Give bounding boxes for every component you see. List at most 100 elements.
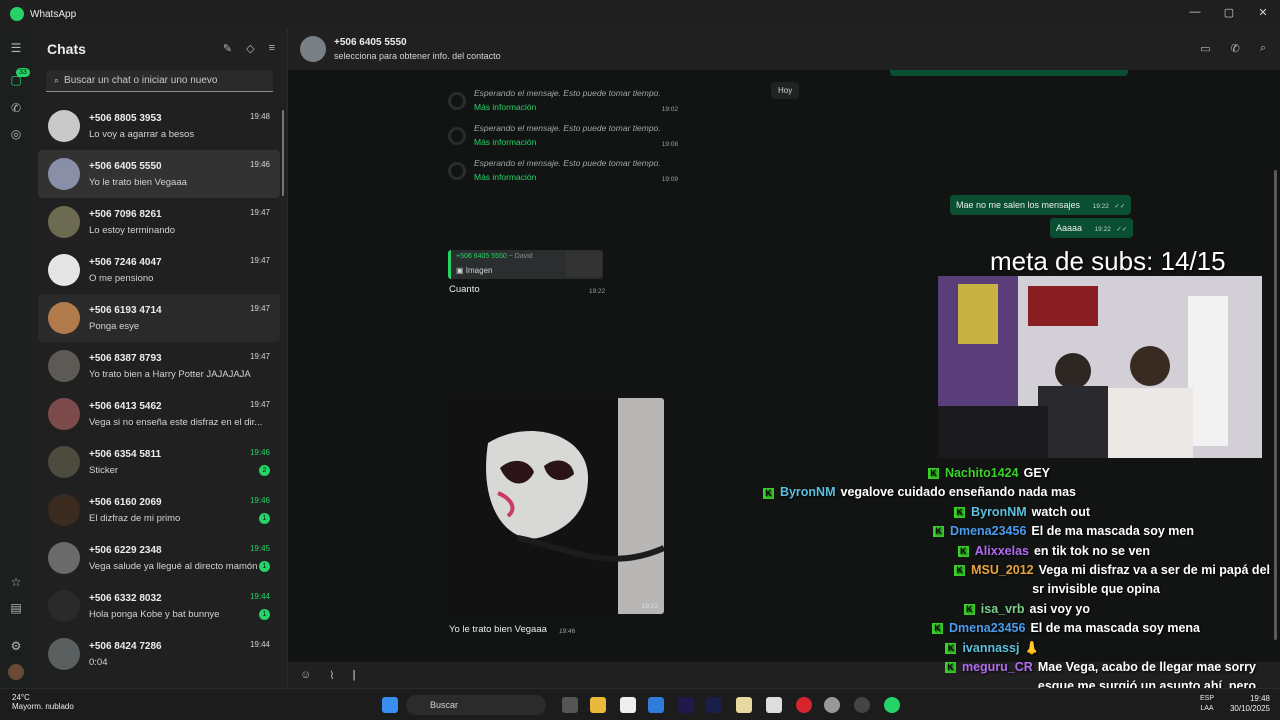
app-icon[interactable] [854,697,870,713]
chat-list-item[interactable]: +506 6354 5811 Sticker 19:46 2 [38,438,280,486]
chat-time: 19:47 [249,400,270,409]
subs-goal: meta de subs: 14/15 [990,246,1226,276]
messages-scrollbar[interactable] [1274,170,1277,640]
chat-name: +506 6405 5550 [89,160,162,172]
notion2-icon[interactable] [766,697,782,713]
kick-badge-icon: K [963,604,975,615]
task-view-icon[interactable] [562,697,578,713]
filter-icon[interactable]: ≡ [269,42,275,55]
whatsapp-taskbar-icon[interactable] [884,697,900,713]
chat-list-item[interactable]: +506 6332 8032 Hola ponga Kobe y bat bunn… [38,582,280,630]
chat-avatar [48,158,80,190]
image-message[interactable]: 19:22 [448,398,664,614]
chat-list-item[interactable]: +506 8805 3953 Lo voy a agarrar a besos 19… [38,102,280,150]
chat-avatar [48,494,80,526]
more-info-link[interactable]: Más información [474,137,536,147]
chat-list-item[interactable]: +506 6229 2348 Vega salude ya llegué al d… [38,534,280,582]
sidebar-scrollbar[interactable] [282,110,284,196]
chat-time: 19:46 [249,448,270,457]
video-call-icon[interactable]: ▭ [1200,42,1210,55]
emoji-icon[interactable]: ☺ [300,669,311,681]
stream-chat-line: K MSU_2012 Vega mi disfraz va a ser de mi … [954,563,1270,577]
more-info-link[interactable]: Más información [474,172,536,182]
taskbar-search[interactable]: Buscar [406,695,546,715]
chat-preview: Lo voy a agarrar a besos [89,128,195,140]
minimize-button[interactable]: — [1178,0,1212,24]
chat-time: 19:44 [249,592,270,601]
opera-icon[interactable] [796,697,812,713]
chat-list-item[interactable]: +506 6160 2069 El dizfraz de mi primo 19:4… [38,486,280,534]
attach-icon[interactable]: ⌇ [329,669,334,682]
file-explorer-icon[interactable] [590,697,606,713]
chat-name: +506 8805 3953 [89,112,162,124]
waiting-text: Esperando el mensaje. Esto puede tomar t… [474,123,661,133]
day-divider: Hoy [771,82,800,99]
close-window-button[interactable]: ✕ [1246,0,1280,24]
chat-list-item[interactable]: +506 7096 8261 Lo estoy terminando 19:47 [38,198,280,246]
chat-message: watch out [1031,504,1090,519]
chat-preview: Yo le trato bien Vegaaa [89,176,187,188]
outgoing-message[interactable]: Mae no me salen los mensajes 19:22 ✓✓ [950,195,1132,215]
settings-gear-icon[interactable]: ⚙ [8,638,24,654]
profile-avatar[interactable] [8,664,24,680]
message-time: 19:08 [661,141,678,148]
chat-list-item[interactable]: +506 8387 8793 Yo trato bien a Harry Pott… [38,342,280,390]
language-indicator[interactable]: ESP LAA [1200,694,1214,714]
chat-time: 19:47 [249,304,270,313]
chat-name: +506 7096 8261 [89,208,162,220]
lang-code: ESP [1199,695,1214,702]
weather-widget[interactable]: 24°C Mayorm. nublado [12,693,74,711]
quoted-message[interactable]: +506 6405 5550 ~ David ▣ Imagen [448,250,603,279]
chat-preview: Sticker [89,464,119,476]
voice-call-icon[interactable]: ✆ [1231,42,1240,55]
chat-list-item[interactable]: +506 6193 4714 Ponga esye 19:47 [38,294,280,342]
message-time: 19:22 [1094,226,1111,233]
incoming-text: Yo le trato bien Vegaaa [449,624,547,635]
read-check-icon: ✓✓ [1114,203,1126,210]
chat-name: +506 7246 4047 [89,256,162,268]
after-effects-icon[interactable] [706,697,722,713]
stream-chat-line: Kivannassj 👃 [945,641,1040,656]
search-input[interactable]: ⌕ Buscar un chat o iniciar uno nuevo [46,70,273,92]
conversation-header[interactable]: +506 6405 5550 selecciona para obtener i… [288,28,1280,70]
notion-icon[interactable] [620,697,636,713]
stream-chat-line: K Alixxelas en tik tok no se ven [957,543,1150,558]
menu-icon[interactable]: ☰ [8,40,24,56]
todo-icon[interactable] [648,697,664,713]
chat-list-item[interactable]: +506 7246 4047 O me pensiono 19:47 [38,246,280,294]
chat-avatar [48,302,80,334]
chat-list-item[interactable]: +506 6405 5550 Yo le trato bien Vegaaa 19:… [38,150,280,198]
status-icon[interactable]: ◎ [8,126,24,142]
clock-icon [448,92,466,110]
obs-icon[interactable] [824,697,840,713]
chat-username: Alixxelas [974,543,1029,558]
search-messages-icon[interactable]: ⌕ [1260,42,1266,55]
chat-message: GEY [1023,466,1050,480]
chat-list-item[interactable]: +506 6413 5462 Vega si no enseña este dis… [38,390,280,438]
chat-list-item[interactable]: +506 8424 7286 0:04 19:44 [38,630,280,678]
more-info-link[interactable]: Más información [474,102,536,112]
calls-icon[interactable]: ✆ [8,100,24,116]
starred-icon[interactable]: ☆ [8,574,24,590]
kick-badge-icon: K [954,507,966,518]
system-tray[interactable]: 19:48 30/10/2025 [1230,694,1270,714]
chat-preview: O me pensiono [89,272,154,284]
new-chat-icon[interactable]: ✎ [223,42,232,55]
start-icon[interactable] [382,697,398,713]
label-icon[interactable]: ◇ [246,42,254,55]
stream-chat-line: Kmeguru_CR Mae Vega, acabo de llegar mae … [944,660,1256,674]
notes-icon[interactable] [736,697,752,713]
chat-username: Dmena23456 [949,524,1027,539]
kick-badge-icon: K [932,623,944,635]
contact-avatar[interactable] [300,36,326,62]
chat-message: Vega mi disfraz va a ser de mi papá del [1038,563,1270,577]
archive-icon[interactable]: ▤ [8,600,24,616]
maximize-button[interactable]: ▢ [1212,0,1246,24]
premiere-icon[interactable] [678,697,694,713]
kick-badge-icon: K [762,487,774,499]
message-input[interactable]: | [353,669,356,681]
chat-name: +506 8424 7286 [89,640,162,652]
app-title: WhatsApp [30,8,77,20]
outgoing-message[interactable]: Aaaaa 19:22 ✓✓ [1050,218,1134,238]
stream-chat-line: K Nachito1424 GEY [927,466,1050,480]
